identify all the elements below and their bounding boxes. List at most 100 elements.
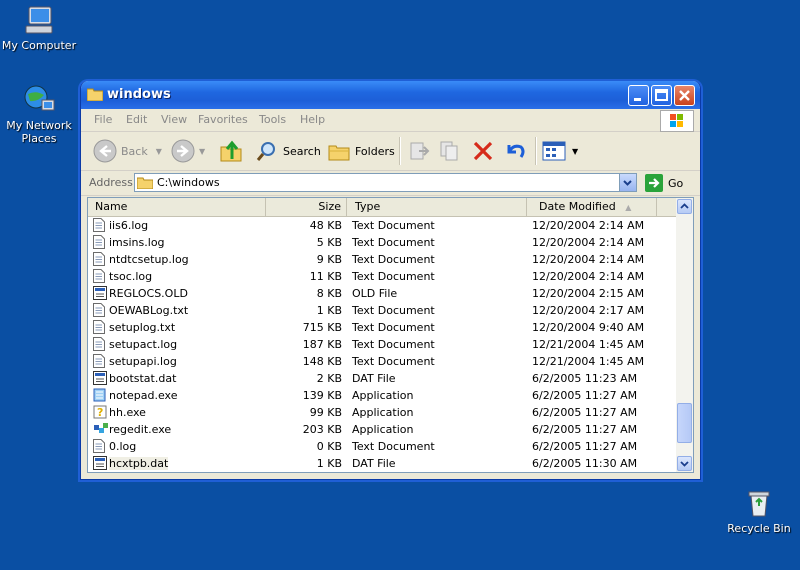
column-header-type[interactable]: Type: [347, 198, 527, 216]
minimize-button[interactable]: [628, 85, 649, 106]
views-icon: [542, 141, 566, 161]
file-name-text: REGLOCS.OLD: [109, 287, 188, 300]
file-date-modified: 12/20/2004 2:15 AM: [532, 285, 644, 302]
forward-button[interactable]: ▼: [171, 138, 205, 164]
go-arrow-icon: [645, 174, 663, 192]
text-file-icon: [93, 337, 105, 354]
address-dropdown-button[interactable]: [619, 174, 636, 191]
menu-help[interactable]: Help: [300, 113, 325, 126]
file-date-modified-text: 6/2/2005 11:30 AM: [532, 457, 638, 470]
file-date-modified-text: 12/20/2004 2:14 AM: [532, 219, 645, 232]
close-icon: [679, 90, 690, 101]
menu-view[interactable]: View: [161, 113, 187, 126]
file-date-modified: 6/2/2005 11:27 AM: [532, 387, 637, 404]
undo-button[interactable]: [503, 138, 527, 164]
back-button[interactable]: Back ▼: [93, 138, 162, 164]
column-header-date-modified[interactable]: Date Modified ▲: [527, 198, 657, 216]
file-row[interactable]: imsins.log 5 KB Text Document 12/20/2004 2:…: [88, 234, 676, 251]
file-type-text: Text Document: [352, 355, 435, 368]
search-button[interactable]: Search: [255, 138, 321, 164]
menu-tools[interactable]: Tools: [259, 113, 286, 126]
file-size-text: 187 KB: [302, 338, 342, 351]
copy-to-button[interactable]: [438, 138, 462, 164]
file-size: 11 KB: [310, 268, 342, 285]
file-row[interactable]: OEWABLog.txt 1 KB Text Document 12/20/2004 …: [88, 302, 676, 319]
file-row[interactable]: ntdtcsetup.log 9 KB Text Document 12/20/200…: [88, 251, 676, 268]
file-row[interactable]: notepad.exe 139 KB Application 6/2/2005 11:…: [88, 387, 676, 404]
menu-favorites[interactable]: Favorites: [198, 113, 248, 126]
file-name: iis6.log: [109, 217, 148, 234]
file-type: Text Document: [352, 438, 435, 455]
file-size-text: 1 KB: [316, 304, 342, 317]
column-header-size[interactable]: Size: [266, 198, 347, 216]
file-date-modified: 6/2/2005 11:27 AM: [532, 438, 637, 455]
go-button[interactable]: Go: [645, 174, 683, 192]
file-row[interactable]: 0.log 0 KB Text Document 6/2/2005 11:27 AM: [88, 438, 676, 455]
file-row[interactable]: iis6.log 48 KB Text Document 12/20/2004 2:1…: [88, 217, 676, 234]
desktop-icon-my-computer[interactable]: My Computer: [0, 4, 84, 52]
file-row[interactable]: ? hh.exe 99 KB Application 6/2/2005 11:27 AM: [88, 404, 676, 421]
chevron-down-icon: [623, 180, 632, 186]
close-button[interactable]: [674, 85, 695, 106]
file-type-text: Text Document: [352, 338, 435, 351]
file-row[interactable]: REGLOCS.OLD 8 KB OLD File 12/20/2004 2:15 A…: [88, 285, 676, 302]
text-file-icon: [93, 235, 105, 252]
file-size-text: 99 KB: [309, 406, 342, 419]
file-row[interactable]: setupapi.log 148 KB Text Document 12/21/200…: [88, 353, 676, 370]
file-name-text: notepad.exe: [109, 389, 178, 402]
file-row[interactable]: regedit.exe 203 KB Application 6/2/2005 11:…: [88, 421, 676, 438]
views-button[interactable]: ▼: [542, 138, 578, 164]
file-type: Text Document: [352, 353, 435, 370]
file-size: 5 KB: [317, 234, 342, 251]
menu-file[interactable]: File: [94, 113, 112, 126]
column-header: Name Size Type Date Modified ▲: [88, 198, 676, 217]
window-title: windows: [107, 87, 171, 102]
file-size-text: 203 KB: [302, 423, 342, 436]
scroll-thumb[interactable]: [677, 403, 692, 443]
file-date-modified-text: 12/20/2004 9:40 AM: [532, 321, 645, 334]
desktop-icon-recycle-bin[interactable]: Recycle Bin: [714, 487, 800, 535]
column-header-name[interactable]: Name: [88, 198, 266, 216]
scroll-up-button[interactable]: [677, 199, 692, 214]
file-row[interactable]: bootstat.dat 2 KB DAT File 6/2/2005 11:23 A…: [88, 370, 676, 387]
file-row[interactable]: setuplog.txt 715 KB Text Document 12/20/200…: [88, 319, 676, 336]
delete-x-icon: [473, 141, 493, 161]
file-row[interactable]: hcxtpb.dat 1 KB DAT File 6/2/2005 11:30 AM: [88, 455, 676, 472]
folders-button[interactable]: Folders: [327, 138, 395, 164]
computer-icon: [25, 6, 53, 34]
desktop-icon-my-network-places[interactable]: My Network Places: [0, 82, 84, 145]
file-name-text: setupact.log: [109, 338, 178, 351]
file-row[interactable]: setupact.log 187 KB Text Document 12/21/200…: [88, 336, 676, 353]
file-type-text: DAT File: [352, 372, 396, 385]
file-size-text: 48 KB: [309, 219, 342, 232]
address-input[interactable]: C:\windows: [134, 173, 637, 192]
file-name: setupapi.log: [109, 353, 177, 370]
file-name: setuplog.txt: [109, 319, 175, 336]
file-type: Text Document: [352, 319, 435, 336]
file-name: ntdtcsetup.log: [109, 251, 189, 268]
file-date-modified: 12/20/2004 2:14 AM: [532, 268, 644, 285]
move-to-button[interactable]: [407, 138, 431, 164]
file-type: Text Document: [352, 217, 435, 234]
vertical-scrollbar[interactable]: [676, 198, 693, 472]
scroll-down-button[interactable]: [677, 456, 692, 471]
explorer-window: windows File Edit View Favorites Tools H…: [80, 81, 701, 480]
text-file-icon: [93, 354, 105, 371]
file-size-text: 148 KB: [302, 355, 342, 368]
menu-bar: File Edit View Favorites Tools Help: [81, 109, 700, 132]
up-folder-button[interactable]: [219, 138, 243, 164]
file-date-modified-text: 12/20/2004 2:14 AM: [532, 253, 645, 266]
title-bar[interactable]: windows: [81, 81, 700, 109]
file-size: 0 KB: [317, 438, 342, 455]
file-size: 187 KB: [303, 336, 342, 353]
file-date-modified: 12/20/2004 2:14 AM: [532, 217, 644, 234]
menu-edit[interactable]: Edit: [126, 113, 147, 126]
file-row[interactable]: tsoc.log 11 KB Text Document 12/20/2004 2:1…: [88, 268, 676, 285]
file-size: 715 KB: [303, 319, 342, 336]
maximize-button[interactable]: [651, 85, 672, 106]
delete-button[interactable]: [471, 138, 495, 164]
file-list: Name Size Type Date Modified ▲ iis6.log 4…: [87, 197, 694, 473]
text-file-icon: [93, 303, 105, 320]
file-size: 9 KB: [317, 251, 342, 268]
file-name-text: hcxtpb.dat: [109, 457, 169, 470]
